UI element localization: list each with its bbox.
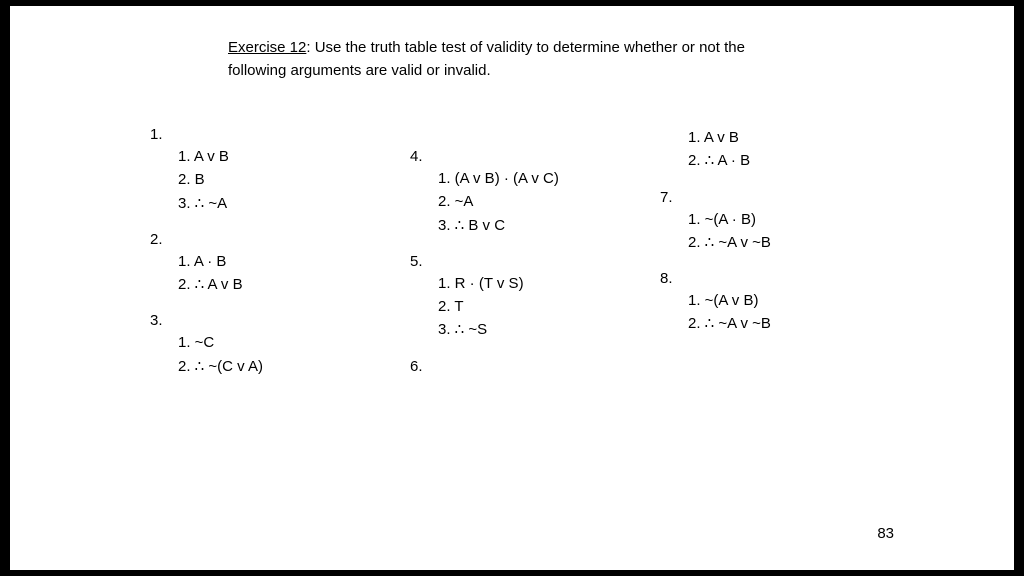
problem-lines: 1. ~(A · B) 2. ∴ ~A v ~B (660, 208, 910, 255)
problem-line: 1. ~(A · B) (688, 208, 910, 231)
problem-head: 5. (410, 253, 660, 270)
exercise-instruction: Exercise 12: Use the truth table test of… (228, 36, 788, 83)
problem-line: 1. A v B (688, 126, 910, 149)
problem-lines: 1. (A v B) · (A v C) 2. ~A 3. ∴ B v C (410, 167, 660, 237)
problem-2: 2. 1. A · B 2. ∴ A v B (150, 231, 400, 297)
problem-head: 8. (660, 270, 910, 287)
problem-head: 3. (150, 312, 400, 329)
problem-line: 3. ∴ ~S (438, 318, 660, 341)
problem-line: 2. ∴ ~(C v A) (178, 355, 400, 378)
problem-line: 1. ~C (178, 331, 400, 354)
problem-line: 1. ~(A v B) (688, 289, 910, 312)
problem-line: 1. A · B (178, 250, 400, 273)
problem-head: 2. (150, 231, 400, 248)
page-content: Exercise 12: Use the truth table test of… (10, 6, 1014, 570)
problem-6: 6. (410, 358, 660, 375)
problem-8: 8. 1. ~(A v B) 2. ∴ ~A v ~B (660, 270, 910, 336)
problem-line: 3. ∴ ~A (178, 192, 400, 215)
page: Exercise 12: Use the truth table test of… (10, 6, 1014, 570)
problem-line: 1. R · (T v S) (438, 272, 660, 295)
problem-head: 1. (150, 126, 400, 143)
column-1: 1. 1. A v B 2. B 3. ∴ ~A 2. 1. A · B 2. … (150, 126, 400, 394)
problem-line: 2. ∴ ~A v ~B (688, 231, 910, 254)
problem-lines: 1. A v B 2. B 3. ∴ ~A (150, 145, 400, 215)
problem-5: 5. 1. R · (T v S) 2. T 3. ∴ ~S (410, 253, 660, 342)
problem-1: 1. 1. A v B 2. B 3. ∴ ~A (150, 126, 400, 215)
problem-lines: 1. R · (T v S) 2. T 3. ∴ ~S (410, 272, 660, 342)
problem-3: 3. 1. ~C 2. ∴ ~(C v A) (150, 312, 400, 378)
problem-lines: 1. A v B 2. ∴ A · B (660, 126, 910, 173)
problem-line: 3. ∴ B v C (438, 214, 660, 237)
problem-4: 4. 1. (A v B) · (A v C) 2. ~A 3. ∴ B v C (410, 148, 660, 237)
column-3: 1. A v B 2. ∴ A · B 7. 1. ~(A · B) 2. ∴ … (660, 126, 910, 352)
page-number: 83 (877, 525, 894, 542)
problem-line: 2. ∴ A · B (688, 149, 910, 172)
exercise-text: : Use the truth table test of validity t… (228, 39, 745, 79)
problem-lines: 1. ~C 2. ∴ ~(C v A) (150, 331, 400, 378)
problem-line: 1. A v B (178, 145, 400, 168)
problem-lines: 1. ~(A v B) 2. ∴ ~A v ~B (660, 289, 910, 336)
problem-line: 2. ∴ ~A v ~B (688, 312, 910, 335)
problem-head: 6. (410, 358, 660, 375)
problem-7: 7. 1. ~(A · B) 2. ∴ ~A v ~B (660, 189, 910, 255)
problem-head: 4. (410, 148, 660, 165)
column-2: 4. 1. (A v B) · (A v C) 2. ~A 3. ∴ B v C… (410, 126, 660, 391)
problem-lines: 1. A · B 2. ∴ A v B (150, 250, 400, 297)
problem-head: 7. (660, 189, 910, 206)
problem-6-body: 1. A v B 2. ∴ A · B (660, 126, 910, 173)
problem-line: 2. B (178, 168, 400, 191)
problem-line: 2. ∴ A v B (178, 273, 400, 296)
problem-line: 1. (A v B) · (A v C) (438, 167, 660, 190)
problem-line: 2. ~A (438, 190, 660, 213)
exercise-title: Exercise 12 (228, 39, 306, 56)
problem-line: 2. T (438, 295, 660, 318)
